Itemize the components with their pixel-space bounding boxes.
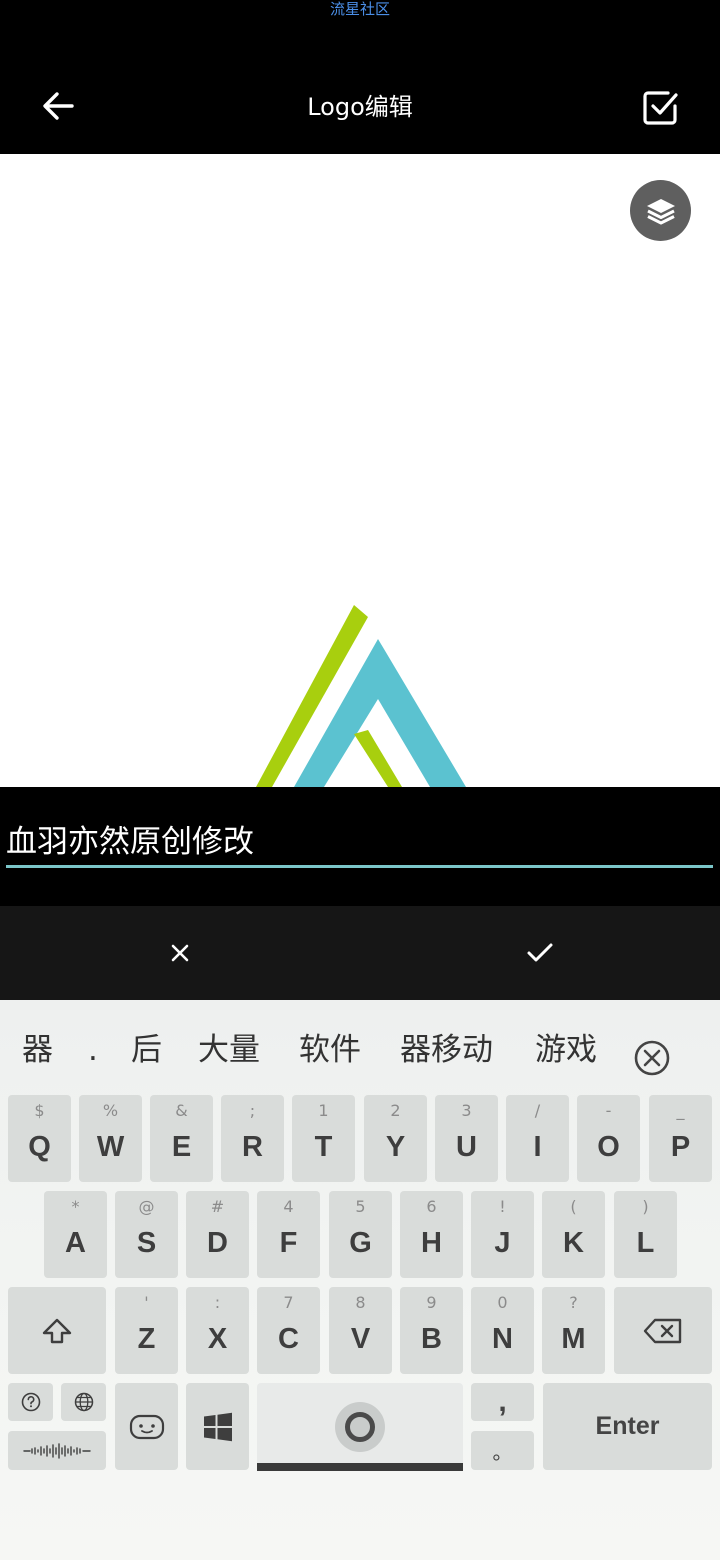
app-bar: Logo编辑 — [0, 60, 720, 154]
checkbox-check-icon — [643, 91, 678, 125]
key-g[interactable]: 5G — [329, 1191, 392, 1278]
logo-text-input[interactable] — [6, 815, 713, 868]
enter-key[interactable]: Enter — [543, 1383, 712, 1470]
candidate-item[interactable]: 器移动 — [400, 1030, 493, 1070]
back-button[interactable] — [28, 76, 88, 136]
logo-canvas[interactable] — [0, 154, 720, 787]
period-key[interactable]: 。 — [471, 1431, 534, 1470]
key-t[interactable]: 1T — [292, 1095, 355, 1182]
candidate-item[interactable]: . — [88, 1030, 98, 1070]
waveform-icon — [23, 1442, 91, 1459]
help-circle-icon — [21, 1392, 40, 1412]
windows-logo-icon — [203, 1412, 232, 1441]
help-key[interactable] — [8, 1383, 53, 1421]
backspace-key[interactable] — [614, 1287, 712, 1374]
key-u[interactable]: 3U — [435, 1095, 498, 1182]
key-a[interactable]: * A — [44, 1191, 107, 1278]
shift-icon — [42, 1318, 72, 1343]
key-e[interactable]: & E — [150, 1095, 213, 1182]
windows-key[interactable] — [186, 1383, 249, 1470]
globe-icon — [74, 1392, 93, 1412]
soft-keyboard: 器 . 后 大量 软件 器移动 游戏 $ Q % W & E ; R 1T 2Y 3U … — [0, 1000, 720, 1560]
key-k[interactable]: (K — [542, 1191, 605, 1278]
candidate-item[interactable]: 大量 — [198, 1030, 260, 1070]
key-m[interactable]: ? M — [542, 1287, 605, 1374]
key-b[interactable]: 9B — [400, 1287, 463, 1374]
close-icon — [171, 944, 189, 962]
candidate-item[interactable]: 器 — [22, 1030, 53, 1070]
check-icon — [527, 943, 553, 962]
layers-button[interactable] — [630, 180, 691, 241]
key-f[interactable]: 4F — [257, 1191, 320, 1278]
page-title: Logo编辑 — [307, 93, 413, 121]
key-r[interactable]: ; R — [221, 1095, 284, 1182]
key-c[interactable]: 7C — [257, 1287, 320, 1374]
layers-icon — [646, 198, 675, 224]
status-bar: 流星社区 — [0, 0, 720, 60]
logo-graphic — [256, 605, 466, 787]
space-bar-indicator — [257, 1463, 463, 1471]
key-o[interactable]: -O — [577, 1095, 640, 1182]
key-d[interactable]: # D — [186, 1191, 249, 1278]
shift-key[interactable] — [8, 1287, 106, 1374]
candidate-bar: 器 . 后 大量 软件 器移动 游戏 — [0, 1008, 720, 1092]
key-s[interactable]: @ S — [115, 1191, 178, 1278]
key-x[interactable]: :X — [186, 1287, 249, 1374]
key-n[interactable]: 0N — [471, 1287, 534, 1374]
backspace-icon — [643, 1318, 682, 1343]
emoji-key[interactable] — [115, 1383, 178, 1470]
key-l[interactable]: ) L — [614, 1191, 677, 1278]
candidate-item[interactable]: 后 — [131, 1030, 162, 1070]
candidate-item[interactable]: 软件 — [299, 1030, 361, 1070]
key-j[interactable]: ! J — [471, 1191, 534, 1278]
voice-input-key[interactable] — [8, 1431, 106, 1470]
key-q[interactable]: $ Q — [8, 1095, 71, 1182]
key-h[interactable]: 6H — [400, 1191, 463, 1278]
confirm-button[interactable] — [360, 906, 720, 1000]
key-p[interactable]: _ P — [649, 1095, 712, 1182]
candidate-item[interactable]: 游戏 — [535, 1030, 597, 1070]
arrow-left-icon — [43, 92, 74, 120]
key-y[interactable]: 2Y — [364, 1095, 427, 1182]
emoji-face-icon — [129, 1414, 164, 1439]
cancel-button[interactable] — [0, 906, 360, 1000]
close-circle-icon[interactable] — [634, 1040, 670, 1076]
comma-key[interactable]: , — [471, 1383, 534, 1421]
space-key[interactable] — [257, 1383, 463, 1470]
key-v[interactable]: 8V — [329, 1287, 392, 1374]
save-button[interactable] — [630, 78, 690, 138]
action-bar — [0, 906, 720, 1000]
key-w[interactable]: % W — [79, 1095, 142, 1182]
language-key[interactable] — [61, 1383, 106, 1421]
status-label: 流星社区 — [329, 0, 390, 18]
key-z[interactable]: ' Z — [115, 1287, 178, 1374]
key-i[interactable]: / I — [506, 1095, 569, 1182]
space-circle-icon — [335, 1401, 385, 1452]
text-edit-panel — [0, 787, 720, 906]
